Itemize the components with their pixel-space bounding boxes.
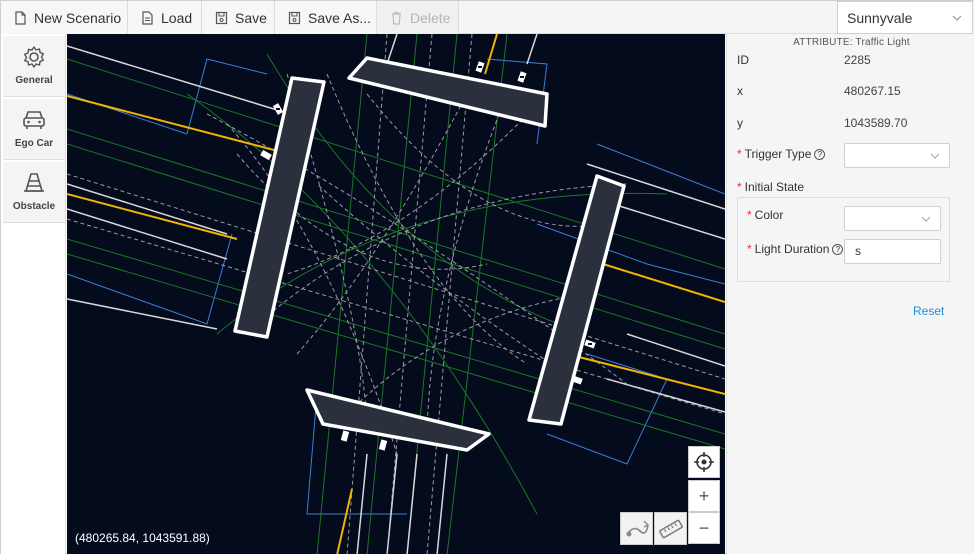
required-marker: * — [747, 242, 752, 256]
chevron-down-icon — [930, 153, 940, 159]
delete-button[interactable]: Delete — [377, 1, 459, 34]
light-duration-unit: s — [855, 244, 861, 258]
color-label: Color — [754, 208, 784, 222]
required-marker: * — [747, 208, 752, 222]
nav-obstacle-label: Obstacle — [12, 201, 56, 212]
chevron-down-icon — [921, 216, 931, 222]
panel-title: ATTRIBUTE: Traffic Light — [793, 37, 910, 48]
x-label: x — [737, 84, 743, 98]
ruler-icon — [658, 519, 683, 538]
city-select-value: Sunnyvale — [847, 9, 913, 26]
save-as-icon — [288, 11, 301, 24]
left-nav: General Ego Car Obstacle — [1, 34, 66, 554]
trigger-type-select[interactable] — [844, 143, 950, 168]
measure-tool-button[interactable] — [654, 512, 687, 545]
nav-item-obstacle[interactable]: Obstacle — [3, 162, 65, 223]
nav-ego-car-label: Ego Car — [14, 138, 54, 149]
new-scenario-button[interactable]: New Scenario — [1, 1, 128, 34]
y-label: y — [737, 116, 743, 130]
cursor-coordinates: (480265.84, 1043591.88) — [75, 531, 210, 545]
map-canvas[interactable]: (480265.84, 1043591.88) + − — [67, 34, 725, 554]
zoom-out-label: − — [698, 517, 710, 538]
delete-label: Delete — [410, 9, 451, 26]
route-tool-button[interactable] — [620, 512, 653, 545]
locate-button[interactable] — [688, 446, 720, 478]
zoom-in-button[interactable]: + — [688, 480, 720, 512]
road-network — [67, 34, 725, 554]
nav-item-general[interactable]: General — [3, 36, 65, 97]
required-marker: * — [737, 147, 742, 161]
trash-icon — [392, 11, 401, 25]
load-button[interactable]: Load — [128, 1, 202, 34]
car-icon — [23, 111, 45, 129]
route-icon — [625, 520, 649, 536]
save-button[interactable]: Save — [202, 1, 275, 34]
y-value: 1043589.70 — [844, 116, 908, 130]
help-icon[interactable]: ? — [814, 149, 826, 160]
id-label: ID — [737, 53, 749, 67]
load-label: Load — [161, 9, 193, 26]
initial-state-label: Initial State — [744, 180, 805, 194]
reset-link[interactable]: Reset — [913, 304, 944, 318]
new-scenario-label: New Scenario — [34, 9, 122, 26]
app-window: New Scenario Load Save Save As... Delete… — [0, 0, 974, 554]
zoom-out-button[interactable]: − — [688, 512, 720, 544]
help-icon[interactable]: ? — [832, 244, 844, 255]
crosshair-icon — [694, 452, 714, 472]
initial-state-field-label: * Initial State — [737, 180, 804, 194]
save-label: Save — [235, 9, 267, 26]
file-icon — [15, 10, 26, 25]
nav-general-label: General — [15, 75, 53, 86]
city-select[interactable]: Sunnyvale — [837, 1, 973, 34]
toolbar: New Scenario Load Save Save As... Delete… — [1, 1, 974, 34]
save-as-label: Save As... — [308, 9, 372, 26]
chevron-down-icon — [952, 15, 962, 21]
required-marker: * — [737, 180, 742, 194]
traffic-cone-icon — [24, 173, 44, 192]
save-icon — [215, 11, 228, 24]
document-icon — [142, 10, 153, 25]
id-value: 2285 — [844, 53, 871, 67]
color-select[interactable] — [844, 206, 941, 231]
trigger-type-label: Trigger Type — [744, 147, 812, 161]
light-duration-label: Light Duration — [754, 242, 830, 256]
color-field-label: * Color — [747, 208, 783, 222]
save-as-button[interactable]: Save As... — [275, 1, 377, 34]
light-duration-field-label: * Light Duration? — [747, 242, 844, 256]
attribute-panel: ATTRIBUTE: Traffic Light ID 2285 x 48026… — [726, 34, 974, 554]
light-duration-input[interactable]: s — [844, 239, 941, 264]
trigger-type-field-label: * Trigger Type? — [737, 147, 826, 161]
nav-item-ego-car[interactable]: Ego Car — [3, 99, 65, 160]
gear-icon — [24, 46, 44, 68]
zoom-in-label: + — [698, 485, 710, 506]
x-value: 480267.15 — [844, 84, 901, 98]
initial-state-group: * Color * Light Duration? s — [737, 197, 950, 282]
